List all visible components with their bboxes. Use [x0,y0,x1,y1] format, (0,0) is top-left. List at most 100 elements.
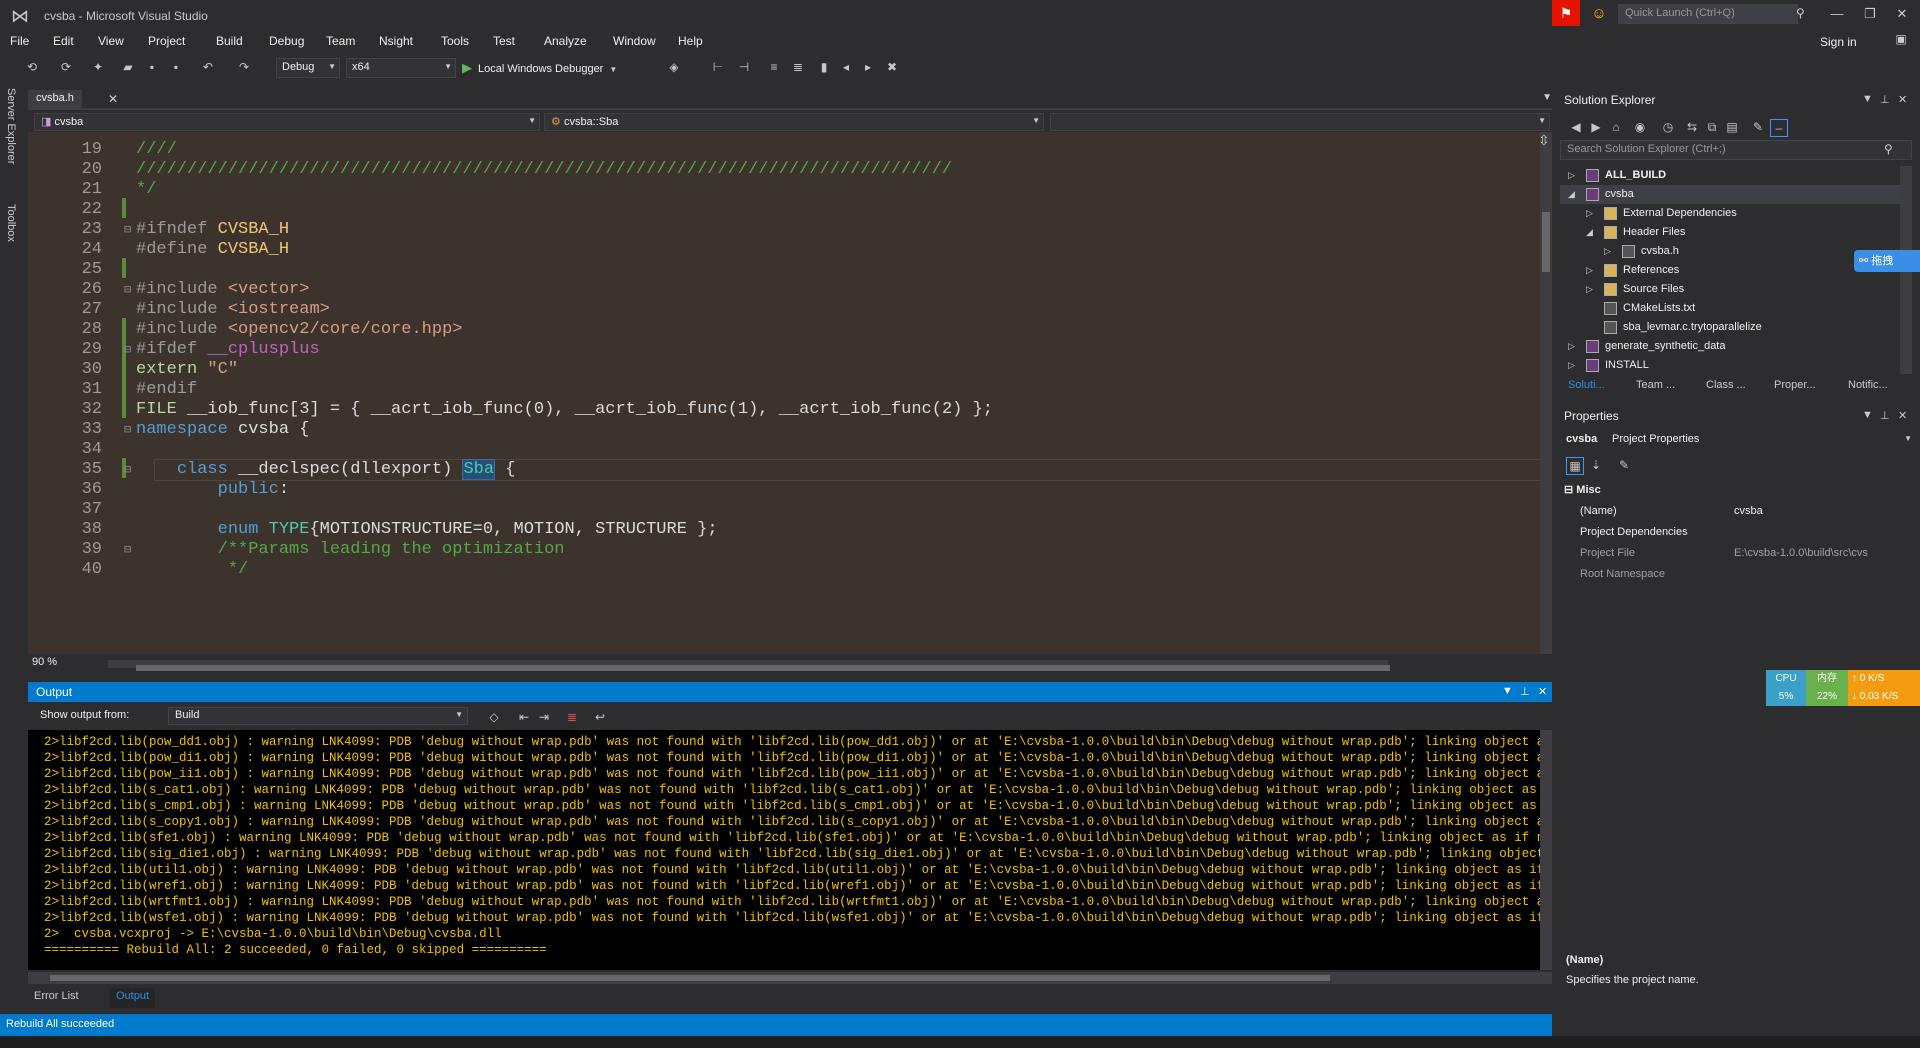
tree-item[interactable]: ◢ cvsba [1560,185,1900,204]
tree-item[interactable]: ▷ generate_synthetic_data [1560,337,1900,356]
next-message-icon[interactable]: ⇥ [536,709,552,725]
tab-property-manager[interactable]: Proper... [1770,376,1820,396]
alphabetical-icon[interactable]: ⇣ [1588,457,1604,473]
output-source-select[interactable]: Build ▼ [168,707,468,725]
dropdown-icon[interactable]: ▼ [1862,409,1873,421]
tab-team-explorer[interactable]: Team ... [1632,376,1679,396]
minimize-button[interactable]: — [1823,3,1851,25]
tree-item[interactable]: ▷ cvsba.h [1560,242,1900,261]
quick-launch-input[interactable]: Quick Launch (Ctrl+Q) [1618,4,1798,24]
tab-solution-explorer[interactable]: Soluti... [1564,376,1609,396]
sign-in-link[interactable]: Sign in [1820,35,1857,49]
tree-item[interactable]: sba_levmar.c.trytoparallelize [1560,318,1900,337]
close-icon[interactable]: ✕ [1898,93,1907,106]
notification-flag-icon[interactable]: ⚑ [1552,0,1580,26]
property-row[interactable]: Project File E:\cvsba-1.0.0\build\src\cvs [1560,543,1916,564]
collapsed-arrow-icon[interactable]: ▷ [1568,166,1575,185]
split-editor-icon[interactable]: ⇳ [1538,132,1550,149]
start-debugging-button[interactable]: ▶ Local Windows Debugger ▼ [462,58,617,78]
menu-team[interactable]: Team [326,34,355,48]
comment-icon[interactable]: ≡ [766,59,782,75]
open-file-icon[interactable]: ▰ [120,59,136,75]
property-row[interactable]: Project Dependencies [1560,522,1916,543]
scroll-thumb[interactable] [1542,212,1550,272]
properties-object-select[interactable]: cvsba Project Properties ▼ [1560,430,1916,450]
save-all-icon[interactable]: ▪ [168,59,184,75]
collapsed-arrow-icon[interactable]: ▷ [1604,242,1611,261]
editor-vertical-scrollbar[interactable] [1540,132,1552,654]
find-message-icon[interactable]: ◇ [486,709,502,725]
prev-message-icon[interactable]: ⇤ [516,709,532,725]
show-all-files-icon[interactable]: ▤ [1724,119,1740,135]
output-horizontal-scrollbar[interactable] [28,972,1552,984]
pin-icon[interactable]: ⊥ [1520,685,1530,698]
bookmark-icon[interactable]: ▮ [816,59,832,75]
category-misc[interactable]: ⊟ Misc [1564,480,1601,500]
forward-icon[interactable]: ⟳ [58,59,74,75]
tree-item[interactable]: ▷ ALL_BUILD [1560,166,1900,185]
new-project-icon[interactable]: ✦ [90,59,106,75]
collapsed-arrow-icon[interactable]: ▷ [1586,261,1593,280]
scroll-thumb[interactable] [136,665,1390,671]
account-icon[interactable]: ▣ [1892,32,1910,52]
tab-overflow-icon[interactable]: ▼ [1542,92,1552,103]
system-monitor-widget[interactable]: CPU 5% 内存 22% ↑ 0 K/S ↓ 0.03 K/S [1766,670,1920,706]
tree-item[interactable]: ▷ INSTALL [1560,356,1900,374]
tree-item[interactable]: CMakeLists.txt [1560,299,1900,318]
save-icon[interactable]: ▪ [144,59,160,75]
member-scope-select[interactable]: ⚙ cvsba::Sba ▼ [544,113,1044,131]
back-icon[interactable]: ⟲ [24,59,40,75]
output-vertical-scrollbar[interactable] [1540,730,1552,970]
word-wrap-icon[interactable]: ↩ [592,709,608,725]
property-pages-icon[interactable]: ✎ [1616,457,1632,473]
dropdown-icon[interactable]: ▼ [1862,93,1873,105]
switch-views-icon[interactable]: ◉ [1632,119,1648,135]
zoom-select[interactable]: 90 % [32,656,57,668]
collapsed-arrow-icon[interactable]: ▷ [1586,280,1593,299]
tree-item[interactable]: ▷ References [1560,261,1900,280]
function-scope-select[interactable]: ▼ [1050,113,1550,131]
scroll-thumb[interactable] [50,975,1330,981]
prev-bookmark-icon[interactable]: ◂ [838,59,854,75]
feedback-smiley-icon[interactable]: ☺ [1590,5,1608,23]
menu-project[interactable]: Project [148,34,185,48]
menu-edit[interactable]: Edit [53,34,74,48]
maximize-button[interactable]: ❐ [1856,3,1884,25]
editor-horizontal-scrollbar[interactable] [108,660,1390,671]
collapsed-arrow-icon[interactable]: ▷ [1568,356,1575,374]
expanded-arrow-icon[interactable]: ◢ [1586,223,1593,242]
solution-search-input[interactable]: Search Solution Explorer (Ctrl+;) [1560,140,1912,160]
floating-drag-widget[interactable]: ⚯ 拖拽 [1854,250,1920,272]
menu-file[interactable]: File [10,34,29,48]
collapsed-arrow-icon[interactable]: ▷ [1586,204,1593,223]
close-icon[interactable]: ✕ [108,92,118,106]
step-over-icon[interactable]: ⊣ [736,59,752,75]
tab-cvsba-h[interactable]: cvsba.h [28,90,82,110]
pin-icon[interactable]: ⊥ [1880,409,1890,422]
redo-icon[interactable]: ↷ [236,59,252,75]
property-value[interactable]: E:\cvsba-1.0.0\build\src\cvs [1734,543,1868,564]
categorized-icon[interactable]: ▦ [1566,457,1584,475]
property-row[interactable]: Root Namespace [1560,564,1916,585]
menu-window[interactable]: Window [613,34,656,48]
clear-bookmarks-icon[interactable]: ✖ [884,59,900,75]
tab-error-list[interactable]: Error List [28,988,85,1008]
expanded-arrow-icon[interactable]: ◢ [1568,185,1575,204]
step-icon[interactable]: ⊢ [710,59,726,75]
server-explorer-tab[interactable]: Server Explorer [5,88,17,164]
close-icon[interactable]: ✕ [1538,685,1547,698]
menu-tools[interactable]: Tools [441,34,469,48]
tree-item[interactable]: ▷ External Dependencies [1560,204,1900,223]
close-window-button[interactable]: ✕ [1888,3,1916,25]
preview-icon[interactable]: – [1770,119,1788,137]
uncomment-icon[interactable]: ≣ [790,59,806,75]
project-scope-select[interactable]: ◨ cvsba ▼ [34,113,540,131]
menu-test[interactable]: Test [493,34,515,48]
clear-all-icon[interactable]: ≣ [564,709,580,725]
code-editor[interactable]: 19////20////////////////////////////////… [28,132,1544,654]
toolbox-tab[interactable]: Toolbox [5,204,17,242]
code-line[interactable]: 40 */ [28,558,1544,582]
menu-nsight[interactable]: Nsight [379,34,413,48]
close-icon[interactable]: ✕ [1898,409,1907,422]
menu-debug[interactable]: Debug [269,34,304,48]
